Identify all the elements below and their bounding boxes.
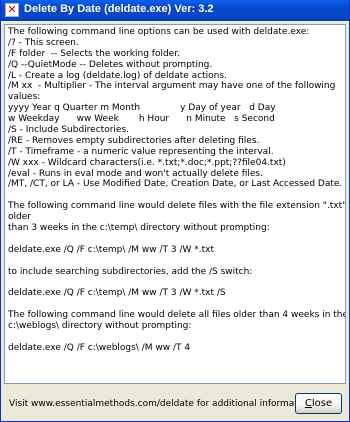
help-text-line: The following command line would delete …	[8, 201, 346, 212]
help-text-line: /M xx - Multiplier - The interval argume…	[8, 81, 336, 92]
close-button-mnemonic: C	[304, 398, 312, 409]
help-text-line: deldate.exe /Q /F c:\temp\ /M ww /T 3 /W…	[8, 288, 226, 299]
help-text-line: /MT, /CT, or LA - Use Modified Date, Cre…	[8, 179, 343, 190]
title-bar[interactable]: ✕ Delete By Date (deldate.exe) Ver: 3.2	[1, 0, 349, 21]
help-text-line: /F folder -- Selects the working folder.	[8, 48, 180, 59]
help-text-line: /? - This screen.	[8, 37, 79, 48]
help-text-line: /eval - Runs in eval mode and won't actu…	[8, 168, 263, 179]
help-text-box[interactable]: The following command line options can b…	[4, 24, 346, 384]
help-text-line	[8, 190, 342, 201]
window-title: Delete By Date (deldate.exe) Ver: 3.2	[24, 3, 214, 15]
app-icon: ✕	[5, 3, 19, 17]
help-text-line: /L - Create a log (deldate.log) of delda…	[8, 70, 227, 81]
help-text-line: yyyy Year q Quarter m Month y Day of yea…	[8, 103, 276, 114]
help-text-line: /RE - Removes empty subdirectories after…	[8, 135, 260, 146]
help-text-line: older	[8, 212, 31, 223]
help-text-line: c:\weblogs\ directory without prompting:	[8, 321, 192, 332]
help-text-line: The following command line options can b…	[8, 27, 310, 37]
help-text-line: The following command line would delete …	[8, 310, 346, 321]
help-text-line: /Q --QuietMode -- Deletes without prompt…	[8, 59, 213, 70]
client-area: The following command line options can b…	[4, 24, 346, 416]
help-text-line: deldate.exe /Q /F c:\weblogs\ /M ww /T 4	[8, 342, 191, 353]
help-text-line	[8, 299, 342, 310]
deldate-window: ✕ Delete By Date (deldate.exe) Ver: 3.2 …	[0, 0, 350, 422]
help-text-line: w Weekday ww Week h Hour n Minute s Seco…	[8, 114, 275, 125]
help-text-line: to include searching subdirectories, add…	[8, 266, 253, 277]
help-text-line	[8, 234, 342, 245]
help-text-line: deldate.exe /Q /F c:\temp\ /M ww /T 3 /W…	[8, 244, 214, 255]
close-button-label: lose	[311, 398, 333, 409]
help-text-line: /S - Include Subdirectories.	[8, 125, 129, 136]
help-text-line	[8, 332, 342, 343]
help-text-line: /W xxx - Wildcard characters(i.e. *.txt;…	[8, 157, 286, 168]
help-text-line: /T - Timeframe - a numeric value represe…	[8, 146, 274, 157]
help-text-line: than 3 weeks in the c:\temp\ directory w…	[8, 223, 270, 234]
info-text: Visit www.essentialmethods.com/deldate f…	[9, 399, 315, 409]
help-text-line	[8, 277, 342, 288]
close-button[interactable]: Close	[295, 393, 342, 414]
help-text-line: values:	[8, 92, 41, 103]
help-text-line	[8, 256, 342, 267]
